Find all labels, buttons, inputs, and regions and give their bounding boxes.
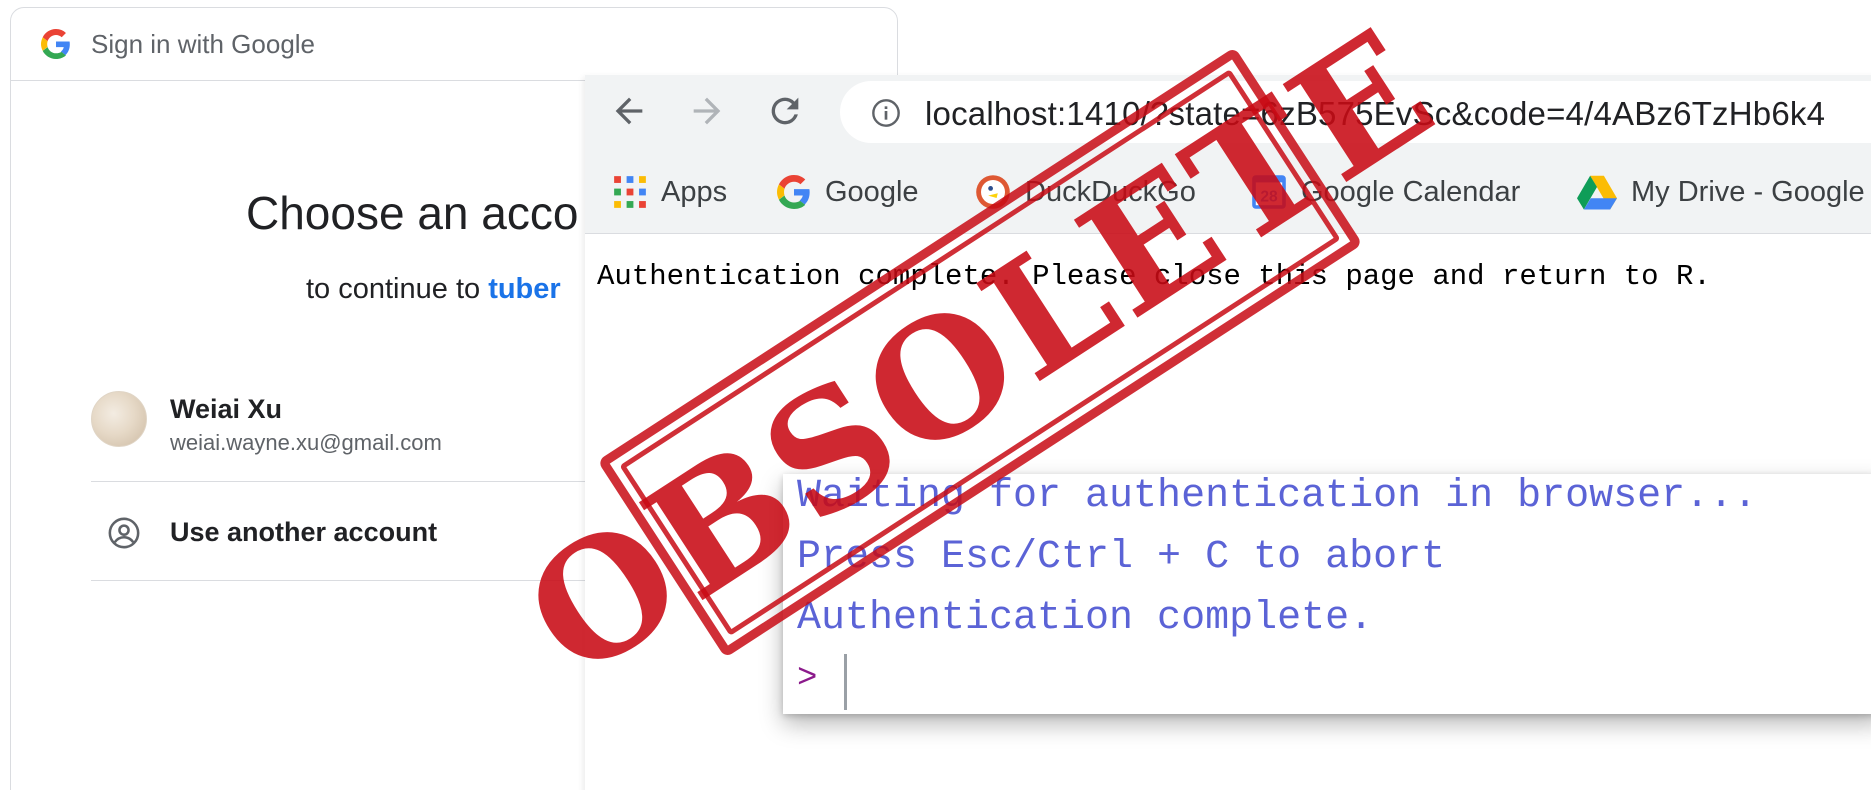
- signin-header-title: Sign in with Google: [91, 28, 316, 59]
- bookmark-label: Apps: [661, 175, 728, 208]
- info-icon[interactable]: [870, 97, 902, 129]
- continue-prefix: to continue to: [306, 273, 489, 305]
- drive-icon: [1577, 175, 1617, 210]
- bookmark-apps[interactable]: Apps: [613, 172, 727, 212]
- arrow-right-icon: [693, 97, 721, 125]
- google-g-icon: [41, 29, 70, 59]
- continue-to-text: to continue to tuber: [306, 273, 561, 306]
- use-another-account-label: Use another account: [170, 517, 438, 547]
- choose-account-heading: Choose an acco: [246, 187, 579, 239]
- app-name-link[interactable]: tuber: [488, 273, 561, 305]
- account-circle-icon: [108, 517, 140, 549]
- reload-icon: [771, 97, 799, 125]
- bookmark-label: Google: [825, 175, 919, 208]
- account-name: Weiai Xu: [170, 394, 283, 424]
- back-button[interactable]: [607, 89, 651, 133]
- arrow-left-icon: [615, 97, 643, 125]
- bookmark-google[interactable]: Google: [777, 172, 919, 212]
- account-email: weiai.wayne.xu@gmail.com: [170, 430, 442, 455]
- google-icon: [777, 175, 810, 209]
- bookmark-label: My Drive - Google: [1631, 175, 1865, 208]
- signin-header: Sign in with Google: [11, 8, 897, 81]
- console-prompt: >: [797, 660, 818, 698]
- console-cursor[interactable]: [844, 654, 847, 710]
- bookmark-my-drive[interactable]: My Drive - Google: [1577, 172, 1865, 212]
- avatar: [91, 391, 147, 447]
- apps-grid-icon: [614, 176, 646, 208]
- console-line-complete: Authentication complete.: [797, 596, 1374, 641]
- forward-button[interactable]: [685, 89, 729, 133]
- reload-button[interactable]: [763, 89, 807, 133]
